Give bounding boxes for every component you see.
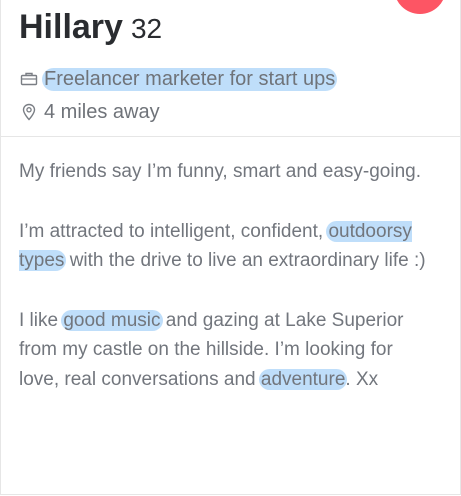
profile-age: 32 — [130, 13, 163, 44]
section-divider — [1, 136, 460, 137]
name-row: Hillary 32 — [19, 8, 442, 54]
bio-paragraph-1: My friends say I’m funny, smart and easy… — [19, 157, 438, 187]
profile-card: Hillary 32 Freelancer marketer for start … — [0, 0, 461, 495]
job-row: Freelancer marketer for start ups — [19, 64, 442, 94]
bio-highlight: adventure — [258, 368, 348, 390]
bio-paragraph-3: I like good music and gazing at Lake Sup… — [19, 306, 438, 395]
profile-name: Hillary — [19, 8, 123, 46]
map-pin-icon — [19, 102, 39, 122]
profile-header: Hillary 32 Freelancer marketer for start … — [19, 8, 442, 127]
bio-text-segment: My friends say I’m funny, smart and easy… — [19, 161, 421, 182]
bio-text-segment: I like — [19, 309, 64, 331]
distance-text: 4 miles away — [44, 100, 160, 123]
briefcase-icon — [19, 69, 39, 89]
bio-paragraph-2: I’m attracted to intelligent, confident,… — [19, 217, 438, 276]
bio-text-segment: with the drive to live an extraordinary … — [64, 250, 426, 271]
bio-highlight: good music — [61, 309, 163, 331]
bio-text-segment: I’m attracted to intelligent, confident, — [19, 220, 329, 242]
bio-text-segment: . Xx — [345, 368, 379, 390]
location-row: 4 miles away — [19, 97, 442, 127]
bio-text: My friends say I’m funny, smart and easy… — [19, 157, 438, 424]
job-title: Freelancer marketer for start ups — [42, 67, 338, 91]
